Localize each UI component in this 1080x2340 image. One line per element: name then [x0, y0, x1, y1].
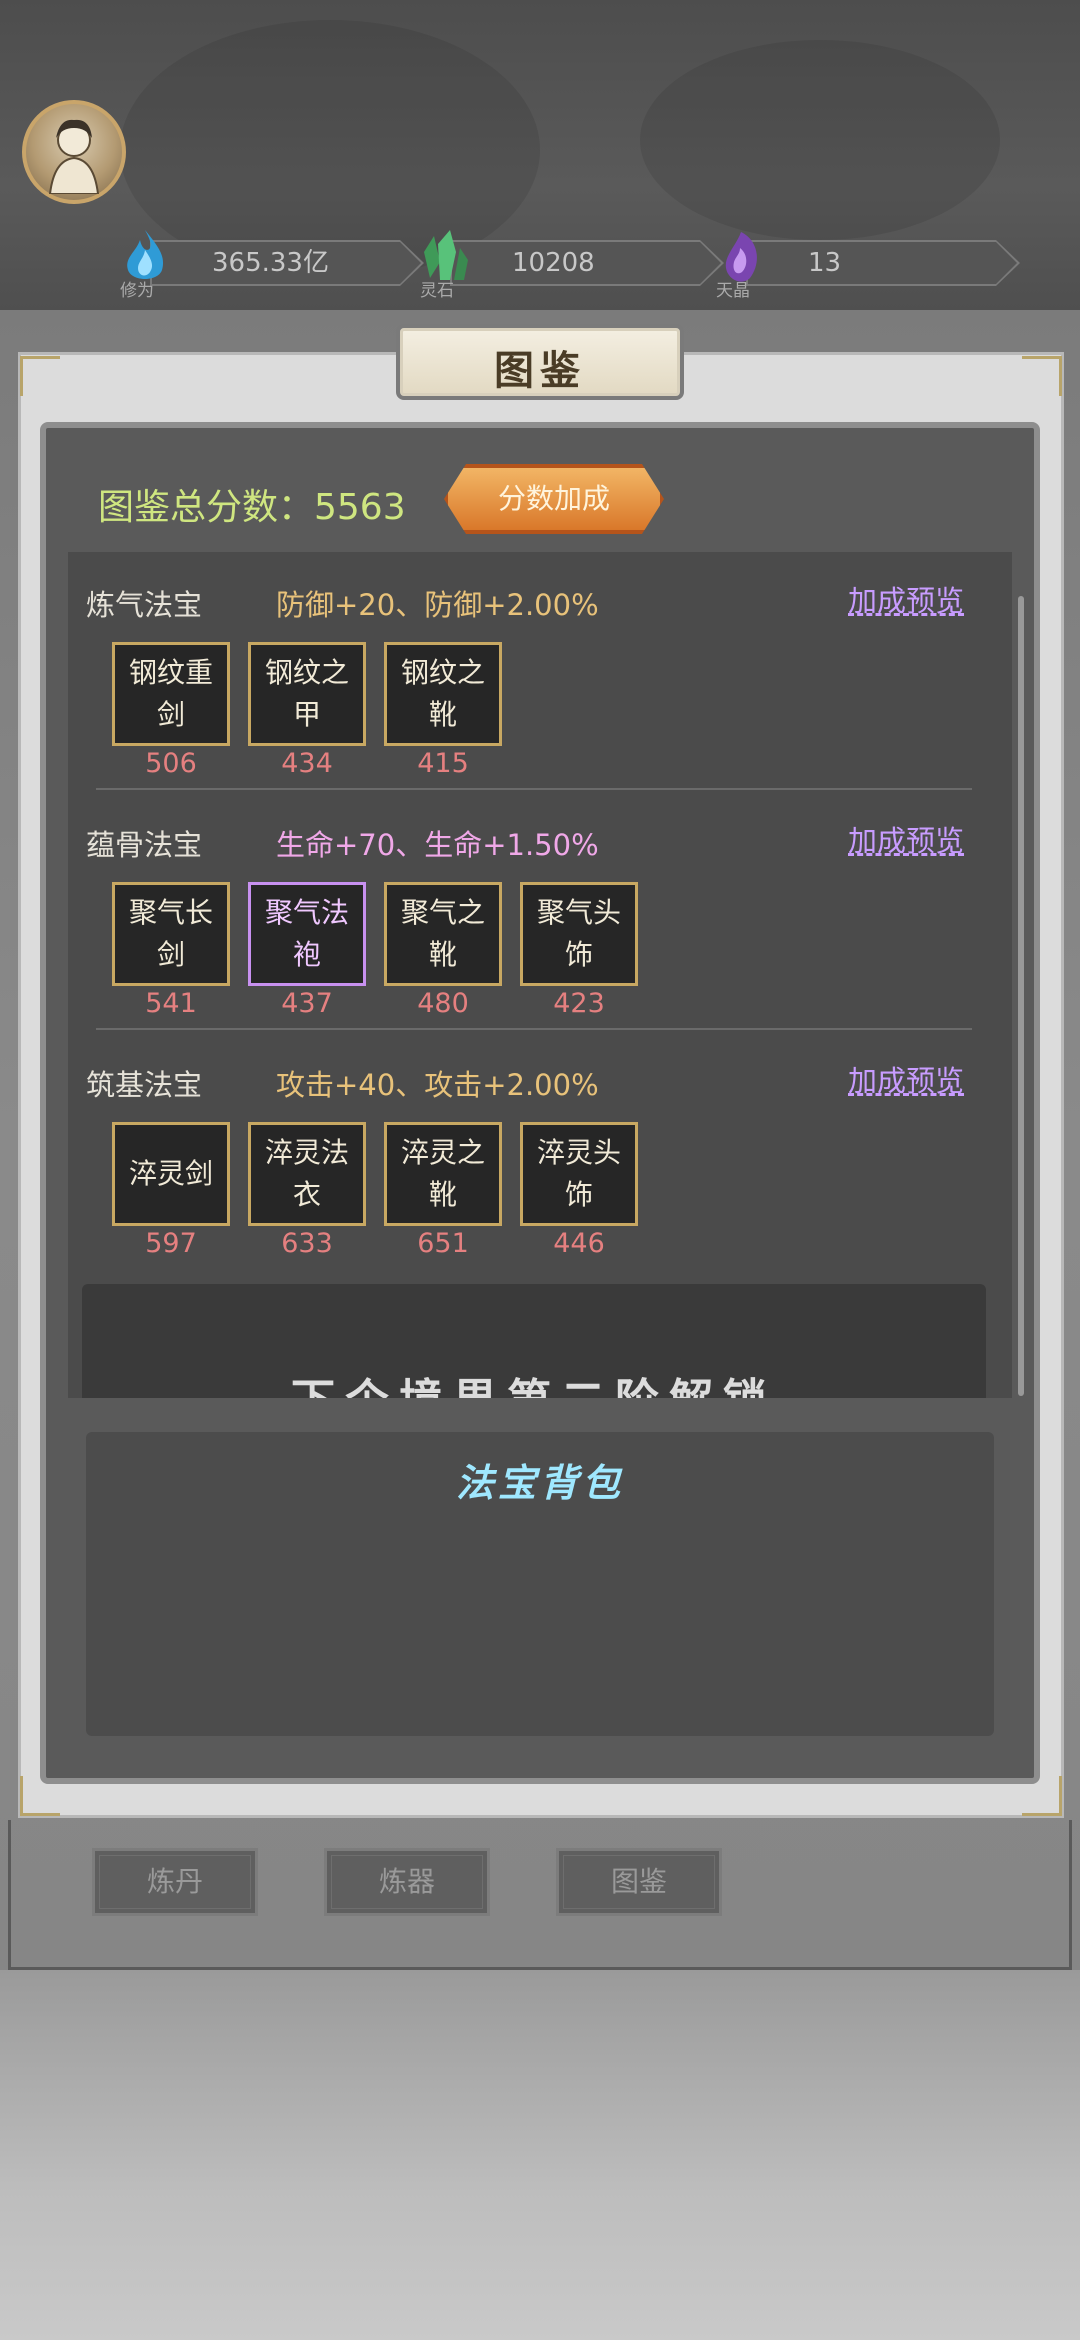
resource-cultivation[interactable]: 365.33亿 修为: [110, 230, 424, 301]
codex-list[interactable]: 炼气法宝 防御+20、防御+2.00% 加成预览 钢纹重剑 506 钢纹之甲 4…: [68, 552, 1012, 1398]
artifact-score: 651: [417, 1228, 469, 1259]
resource-spirit-stone[interactable]: 10208 灵石: [410, 230, 724, 301]
resource-label: 天晶: [716, 281, 750, 301]
bonus-preview-link[interactable]: 加成预览: [848, 1058, 964, 1100]
artifact-score: 415: [417, 748, 469, 779]
resource-value: 10208: [450, 240, 724, 286]
artifact-score: 480: [417, 988, 469, 1019]
codex-section: 筑基法宝 攻击+40、攻击+2.00% 加成预览 淬灵剑 597 淬灵法衣 63…: [68, 1032, 1012, 1272]
artifact-item[interactable]: 聚气头饰: [520, 882, 638, 986]
resource-label: 灵石: [420, 281, 454, 301]
artifact-score: 423: [553, 988, 605, 1019]
resource-value: 365.33亿: [150, 240, 424, 286]
artifact-bag-panel: 法宝背包: [86, 1432, 994, 1736]
artifact-item[interactable]: 淬灵法衣: [248, 1122, 366, 1226]
section-name: 炼气法宝: [86, 588, 203, 622]
section-name: 筑基法宝: [86, 1068, 203, 1102]
artifact-score: 597: [145, 1228, 197, 1259]
artifact-score: 446: [553, 1228, 605, 1259]
tab-codex[interactable]: 图鉴: [556, 1848, 722, 1916]
artifact-bag-title: 法宝背包: [455, 1461, 624, 1505]
locked-section-banner: 下个境界第二阶解锁: [82, 1284, 986, 1398]
resource-value: 13: [746, 240, 1020, 286]
artifact-score: 434: [281, 748, 333, 779]
artifact-item[interactable]: 淬灵剑: [112, 1122, 230, 1226]
tab-forging[interactable]: 炼器: [324, 1848, 490, 1916]
artifact-item[interactable]: 钢纹之靴: [384, 642, 502, 746]
player-avatar[interactable]: [22, 100, 126, 204]
artifact-item[interactable]: 聚气长剑: [112, 882, 230, 986]
bottom-background: [0, 1970, 1080, 2340]
section-bonus: 攻击+40、攻击+2.00%: [276, 1068, 599, 1102]
artifact-item[interactable]: 钢纹之甲: [248, 642, 366, 746]
section-divider: [96, 1028, 972, 1030]
bonus-preview-link[interactable]: 加成预览: [848, 818, 964, 860]
list-scrollbar[interactable]: [1018, 596, 1024, 1396]
unlock-hint: 下个境界第二阶解锁: [82, 1364, 986, 1398]
ink-decoration: [640, 40, 1000, 240]
artifact-score: 506: [145, 748, 197, 779]
section-divider: [96, 788, 972, 790]
codex-section: 蕴骨法宝 生命+70、生命+1.50% 加成预览 聚气长剑 541 聚气法袍 4…: [68, 792, 1012, 1032]
score-bonus-button[interactable]: 分数加成: [444, 464, 664, 534]
artifact-item[interactable]: 聚气法袍: [248, 882, 366, 986]
section-bonus: 生命+70、生命+1.50%: [276, 828, 599, 862]
panel-title-plate: 图鉴: [396, 324, 684, 400]
total-score: 图鉴总分数：5563: [98, 487, 406, 528]
frame-corner: [20, 356, 60, 396]
artifact-item[interactable]: 聚气之靴: [384, 882, 502, 986]
portrait-icon: [48, 119, 100, 194]
artifact-score: 541: [145, 988, 197, 1019]
artifact-score: 437: [281, 988, 333, 1019]
section-name: 蕴骨法宝: [86, 828, 203, 862]
artifact-score: 633: [281, 1228, 333, 1259]
tab-alchemy[interactable]: 炼丹: [92, 1848, 258, 1916]
artifact-item[interactable]: 淬灵头饰: [520, 1122, 638, 1226]
resource-label: 修为: [120, 281, 154, 301]
panel-title: 图鉴: [494, 347, 586, 394]
section-bonus: 防御+20、防御+2.00%: [276, 588, 599, 622]
frame-corner: [1022, 356, 1062, 396]
artifact-item[interactable]: 钢纹重剑: [112, 642, 230, 746]
codex-section: 炼气法宝 防御+20、防御+2.00% 加成预览 钢纹重剑 506 钢纹之甲 4…: [68, 552, 1012, 792]
artifact-item[interactable]: 淬灵之靴: [384, 1122, 502, 1226]
resource-sky-crystal[interactable]: 13 天晶: [706, 232, 1020, 301]
bonus-preview-link[interactable]: 加成预览: [848, 578, 964, 620]
